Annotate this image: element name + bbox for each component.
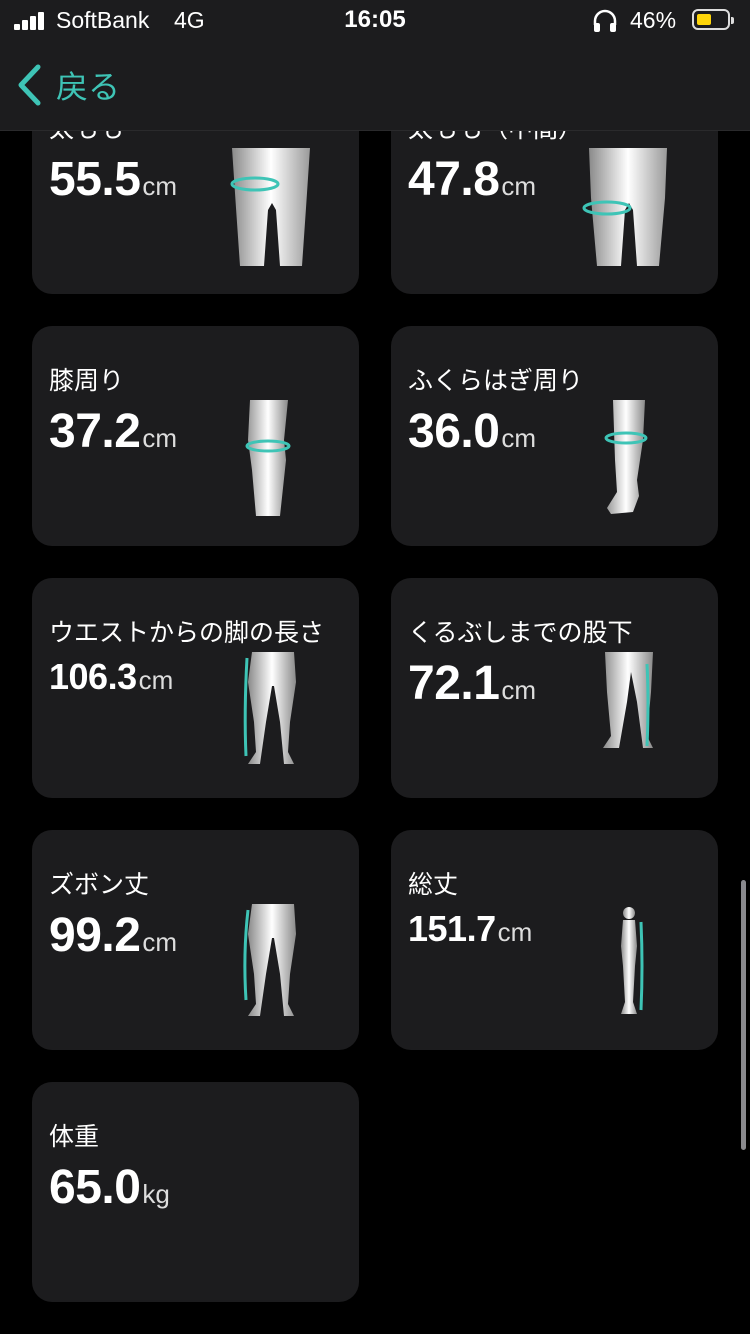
card-value: 99.2cm <box>49 909 178 962</box>
thigh-icon <box>230 148 310 266</box>
card-title: 太もも（中間） <box>408 130 583 145</box>
battery-percent: 46% <box>630 7 677 33</box>
measurement-card-pants-length[interactable]: ズボン丈 99.2cm <box>32 830 359 1050</box>
battery-icon <box>692 9 734 30</box>
total-length-icon <box>621 907 644 1014</box>
pants-length-icon <box>243 904 296 1016</box>
navigation-bar: 戻る <box>0 42 750 131</box>
card-value: 36.0cm <box>408 405 537 458</box>
measurement-card-mid-thigh[interactable]: 太もも（中間） 47.8cm <box>391 130 718 294</box>
leg-length-icon <box>243 652 296 764</box>
measurement-card-inseam[interactable]: くるぶしまでの股下 72.1cm <box>391 578 718 798</box>
scrollbar[interactable] <box>741 880 746 1150</box>
back-label: 戻る <box>56 68 121 106</box>
card-value: 37.2cm <box>49 405 178 458</box>
knee-icon <box>245 400 291 516</box>
calf-icon <box>604 400 648 514</box>
measurement-list[interactable]: 太もも 55.5cm 太もも（中間） 47.8cm 膝周り 37.2cm ふくら… <box>0 130 750 1334</box>
card-value: 65.0kg <box>49 1161 170 1214</box>
card-title: ズボン丈 <box>49 870 150 899</box>
inseam-icon <box>603 652 653 748</box>
headphones-icon <box>593 9 617 32</box>
measurement-card-leg-length[interactable]: ウエストからの脚の長さ 106.3cm <box>32 578 359 798</box>
card-title: 膝周り <box>49 366 125 395</box>
status-bar: SoftBank 4G 16:05 46% <box>0 0 750 42</box>
measurement-card-total-length[interactable]: 総丈 151.7cm <box>391 830 718 1050</box>
chevron-left-icon <box>18 64 41 106</box>
card-value: 72.1cm <box>408 657 537 710</box>
card-value: 151.7cm <box>408 908 533 949</box>
mid-thigh-icon <box>582 148 667 266</box>
measurement-card-weight[interactable]: 体重 65.0kg <box>32 1082 359 1302</box>
card-title: 体重 <box>49 1122 100 1151</box>
card-value: 106.3cm <box>49 656 174 697</box>
card-value: 55.5cm <box>49 153 178 206</box>
card-value: 47.8cm <box>408 153 537 206</box>
card-title: ウエストからの脚の長さ <box>49 618 325 647</box>
back-button[interactable]: 戻る <box>16 62 120 108</box>
measurement-card-calf[interactable]: ふくらはぎ周り 36.0cm <box>391 326 718 546</box>
measurement-card-knee[interactable]: 膝周り 37.2cm <box>32 326 359 546</box>
measurement-card-thigh[interactable]: 太もも 55.5cm <box>32 130 359 294</box>
card-title: くるぶしまでの股下 <box>408 618 633 647</box>
card-title: 太もも <box>49 130 124 145</box>
card-title: 総丈 <box>408 870 459 899</box>
card-title: ふくらはぎ周り <box>408 366 584 395</box>
